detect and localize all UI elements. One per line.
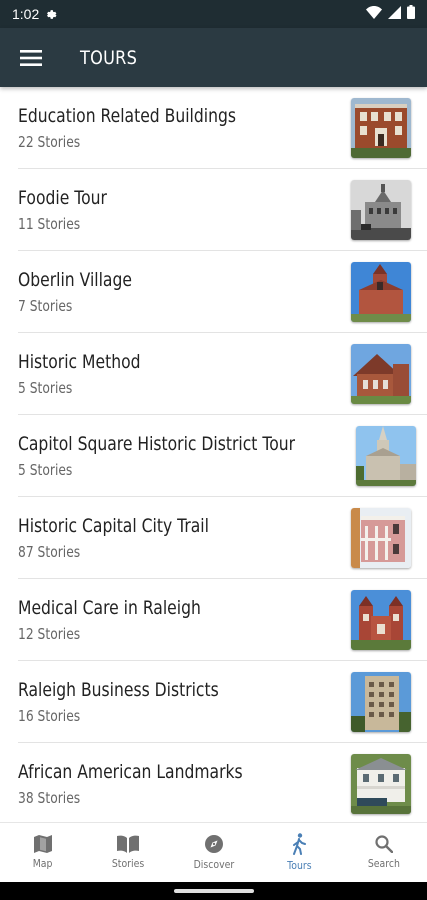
tour-story-count: 22 Stories (18, 133, 81, 151)
tour-title: African American Landmarks (18, 761, 243, 783)
tour-thumbnail (351, 344, 411, 404)
status-bar: 1:02 (0, 0, 427, 28)
tour-thumbnail (351, 590, 411, 650)
tour-story-count: 7 Stories (18, 297, 73, 315)
map-icon (33, 835, 52, 853)
tour-thumbnail (351, 754, 411, 814)
tour-story-count: 38 Stories (18, 789, 81, 807)
page-title: TOURS (80, 46, 138, 69)
tour-thumbnail (351, 672, 411, 732)
nav-stories-label: Stories (111, 857, 145, 870)
tour-title: Historic Method (18, 351, 141, 373)
tour-list-item[interactable]: African American Landmarks 38 Stories (0, 743, 427, 822)
nav-map[interactable]: Map (0, 823, 85, 882)
tour-thumbnail (351, 262, 411, 322)
tour-story-count: 5 Stories (18, 461, 73, 479)
tour-title: Education Related Buildings (18, 105, 236, 127)
search-icon (375, 835, 394, 853)
nav-search[interactable]: Search (342, 823, 427, 882)
wifi-icon (366, 5, 382, 23)
tour-list-item[interactable]: Education Related Buildings 22 Stories (0, 87, 427, 169)
nav-stories[interactable]: Stories (85, 823, 170, 882)
tour-list-item[interactable]: Historic Capital City Trail 87 Stories (0, 497, 427, 579)
tour-thumbnail (351, 508, 411, 568)
tour-title: Raleigh Business Districts (18, 679, 219, 701)
nav-discover[interactable]: Discover (171, 823, 256, 882)
tour-list-item[interactable]: Raleigh Business Districts 16 Stories (0, 661, 427, 743)
hamburger-menu-icon (20, 49, 42, 66)
nav-map-label: Map (32, 857, 53, 870)
battery-icon (407, 5, 415, 23)
tour-list-item[interactable]: Historic Method 5 Stories (0, 333, 427, 415)
menu-button[interactable] (0, 28, 62, 87)
tour-title: Foodie Tour (18, 187, 107, 209)
home-gesture-bar[interactable] (174, 889, 254, 893)
nav-tours[interactable]: Tours (256, 823, 341, 882)
nav-tours-label: Tours (286, 859, 312, 872)
settings-gear-icon (45, 8, 58, 21)
tour-story-count: 11 Stories (18, 215, 81, 233)
tour-title: Medical Care in Raleigh (18, 597, 201, 619)
book-icon (117, 835, 140, 853)
tour-list: Education Related Buildings 22 Stories F… (0, 87, 427, 822)
tour-story-count: 16 Stories (18, 707, 81, 725)
tour-thumbnail (355, 426, 416, 486)
tour-title: Oberlin Village (18, 269, 132, 291)
bottom-navigation: Map Stories Discover Tours Search (0, 822, 427, 882)
tour-story-count: 12 Stories (18, 625, 81, 643)
compass-icon (204, 835, 223, 853)
app-bar: TOURS (0, 28, 427, 87)
tour-title: Capitol Square Historic District Tour (18, 433, 296, 455)
tour-thumbnail (351, 98, 411, 158)
tour-list-item[interactable]: Oberlin Village 7 Stories (0, 251, 427, 333)
tour-thumbnail (351, 180, 411, 240)
cellular-signal-icon (388, 5, 401, 23)
nav-discover-label: Discover (193, 858, 234, 871)
system-gesture-area (0, 882, 427, 900)
tour-story-count: 5 Stories (18, 379, 73, 397)
tour-story-count: 87 Stories (18, 543, 81, 561)
tour-list-item[interactable]: Medical Care in Raleigh 12 Stories (0, 579, 427, 661)
tour-list-item[interactable]: Capitol Square Historic District Tour 5 … (0, 415, 427, 497)
nav-search-label: Search (368, 857, 401, 870)
walking-icon (292, 833, 306, 855)
status-time: 1:02 (12, 6, 40, 22)
tour-title: Historic Capital City Trail (18, 515, 209, 537)
tour-list-item[interactable]: Foodie Tour 11 Stories (0, 169, 427, 251)
